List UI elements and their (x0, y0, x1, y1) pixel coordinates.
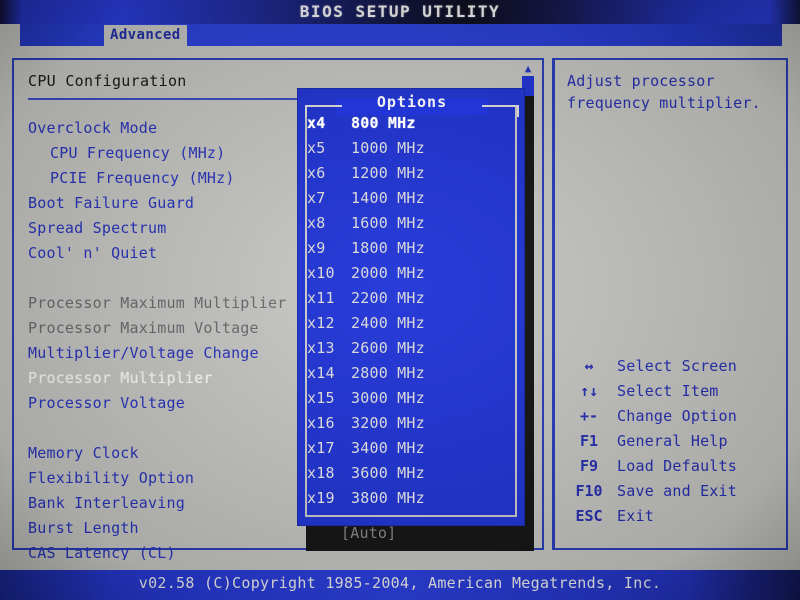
legend-key: ↔ (584, 357, 594, 375)
tab-bar-left-edge (0, 24, 20, 46)
legend-action: Select Screen (617, 357, 737, 375)
option-frequency: 1400 MHz (351, 189, 425, 207)
option-row[interactable]: x12 2400 MHz (307, 311, 509, 336)
option-row[interactable]: x17 3400 MHz (307, 436, 509, 461)
option-multiplier: x6 (307, 164, 326, 182)
option-row[interactable]: x9 1800 MHz (307, 236, 509, 261)
options-list: x4 800 MHz x5 1000 MHz x6 1200 MHz x7 1400 MHz x… (307, 111, 509, 511)
legend-key: ESC (575, 507, 603, 525)
option-row[interactable]: x10 2000 MHz (307, 261, 509, 286)
option-frequency: 3200 MHz (351, 414, 425, 432)
option-frequency: 1000 MHz (351, 139, 425, 157)
option-multiplier: x8 (307, 214, 326, 232)
option-frequency: 2200 MHz (351, 289, 425, 307)
option-multiplier: x12 (307, 314, 335, 332)
option-row[interactable]: x19 3800 MHz (307, 486, 509, 511)
option-row[interactable]: x15 3000 MHz (307, 386, 509, 411)
option-row[interactable]: x7 1400 MHz (307, 186, 509, 211)
legend-row: ↑↓ Select Item (561, 379, 785, 404)
option-row[interactable]: x8 1600 MHz (307, 211, 509, 236)
current-value-label: [Auto] (341, 524, 397, 542)
option-multiplier: x13 (307, 339, 335, 357)
option-multiplier: x14 (307, 364, 335, 382)
legend-row: F9 Load Defaults (561, 454, 785, 479)
option-frequency: 3400 MHz (351, 439, 425, 457)
option-multiplier: x18 (307, 464, 335, 482)
help-line-1: Adjust processor (567, 72, 715, 90)
footer-gap (0, 560, 800, 570)
help-description: Adjust processor frequency multiplier. (567, 70, 783, 114)
option-frequency: 1800 MHz (351, 239, 425, 257)
legend-action: Exit (617, 507, 654, 525)
page-title: BIOS SETUP UTILITY (299, 2, 501, 21)
option-multiplier: x9 (307, 239, 326, 257)
legend-row: ↔ Select Screen (561, 354, 785, 379)
legend-key: F9 (579, 457, 599, 475)
option-frequency: 2400 MHz (351, 314, 425, 332)
section-title: CPU Configuration (28, 72, 187, 90)
option-multiplier: x19 (307, 489, 335, 507)
legend-action: Save and Exit (617, 482, 737, 500)
legend-action: Select Item (617, 382, 719, 400)
legend-row: F1 General Help (561, 429, 785, 454)
scroll-up-arrow-icon[interactable]: ▲ (521, 62, 535, 75)
help-panel: Adjust processor frequency multiplier. ↔… (552, 58, 788, 550)
legend-key: F10 (575, 482, 603, 500)
option-frequency: 3000 MHz (351, 389, 425, 407)
option-frequency: 1200 MHz (351, 164, 425, 182)
option-frequency: 2600 MHz (351, 339, 425, 357)
option-multiplier: x16 (307, 414, 335, 432)
tab-bar: Advanced (0, 24, 800, 46)
option-multiplier: x17 (307, 439, 335, 457)
options-dialog: Options x4 800 MHz x5 1000 MHz x6 1200 MHz x7 1… (297, 88, 525, 526)
option-frequency: 3800 MHz (351, 489, 425, 507)
legend-action: General Help (617, 432, 728, 450)
title-bar: BIOS SETUP UTILITY (0, 0, 800, 24)
option-row[interactable]: x11 2200 MHz (307, 286, 509, 311)
tab-advanced[interactable]: Advanced (104, 25, 187, 46)
option-frequency: 2800 MHz (351, 364, 425, 382)
option-row[interactable]: x16 3200 MHz (307, 411, 509, 436)
option-multiplier: x11 (307, 289, 335, 307)
tab-bar-right-edge (782, 24, 800, 46)
option-row[interactable]: x13 2600 MHz (307, 336, 509, 361)
option-multiplier: x10 (307, 264, 335, 282)
footer-bar: v02.58 (C)Copyright 1985-2004, American … (0, 570, 800, 600)
legend-key: F1 (579, 432, 599, 450)
option-row[interactable]: x18 3600 MHz (307, 461, 509, 486)
legend-action: Change Option (617, 407, 737, 425)
help-line-2: frequency multiplier. (567, 94, 761, 112)
legend-row: ESC Exit (561, 504, 785, 529)
option-multiplier: x15 (307, 389, 335, 407)
option-frequency: 3600 MHz (351, 464, 425, 482)
option-row[interactable]: x14 2800 MHz (307, 361, 509, 386)
key-legend: ↔ Select Screen ↑↓ Select Item +- Change Opti… (561, 354, 785, 529)
legend-row: F10 Save and Exit (561, 479, 785, 504)
option-row[interactable]: x5 1000 MHz (307, 136, 509, 161)
copyright-text: v02.58 (C)Copyright 1985-2004, American … (138, 574, 662, 592)
option-row[interactable]: x6 1200 MHz (307, 161, 509, 186)
option-multiplier: x5 (307, 139, 326, 157)
option-frequency: 2000 MHz (351, 264, 425, 282)
legend-key: +- (579, 407, 599, 425)
option-multiplier: x7 (307, 189, 326, 207)
dialog-title-brackets-icon (305, 105, 519, 117)
bios-setup-screen: BIOS SETUP UTILITY Advanced CPU Configur… (0, 0, 800, 600)
legend-row: +- Change Option (561, 404, 785, 429)
legend-key: ↑↓ (579, 382, 599, 400)
option-frequency: 1600 MHz (351, 214, 425, 232)
legend-action: Load Defaults (617, 457, 737, 475)
